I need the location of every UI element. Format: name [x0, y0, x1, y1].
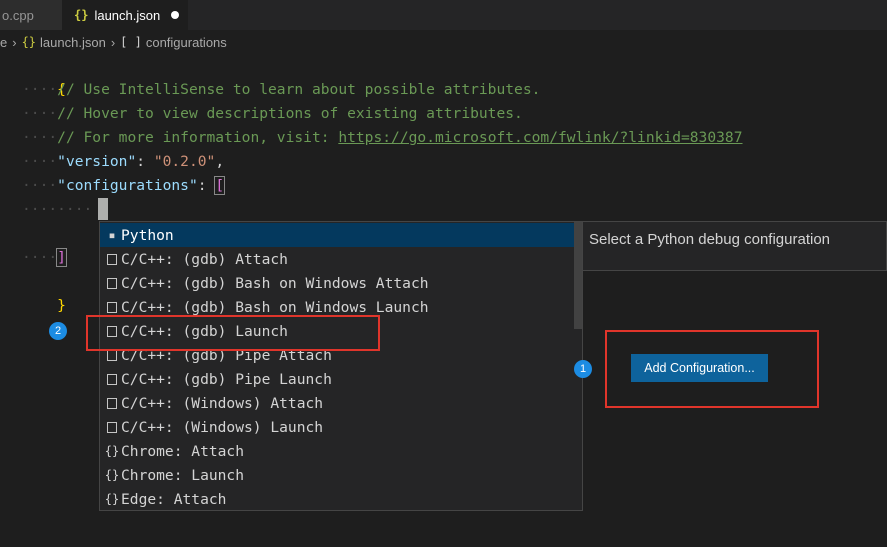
comment-line: // Use IntelliSense to learn about possi… — [57, 81, 541, 98]
tab-label: o.cpp — [2, 7, 34, 23]
box-icon — [103, 397, 121, 409]
suggest-item[interactable]: C/C++: (gdb) Bash on Windows Attach — [100, 271, 574, 295]
code-line-9: } — [22, 270, 66, 314]
tab-bar: o.cpp {} launch.json — [0, 0, 887, 30]
chevron-right-icon: › — [12, 34, 17, 50]
box-icon — [103, 421, 121, 433]
array-icon: [ ] — [120, 35, 142, 49]
open-bracket: [ — [214, 176, 226, 195]
suggest-item[interactable]: {} Chrome: Attach — [100, 439, 574, 463]
box-icon — [103, 253, 121, 265]
comment-line: // For more information, visit: — [57, 129, 339, 146]
comment-line: // Hover to view descriptions of existin… — [57, 105, 523, 122]
suggest-item[interactable]: C/C++: (Windows) Launch — [100, 415, 574, 439]
code-line-7: ········ — [22, 198, 92, 222]
suggest-item[interactable]: {} Edge: Attach — [100, 487, 574, 510]
code-line-5: ····"version": "0.2.0", — [22, 150, 224, 174]
indent-whitespace: ···· — [22, 249, 58, 266]
version-value: "0.2.0" — [153, 153, 216, 170]
indent-whitespace: ···· — [22, 153, 58, 170]
add-configuration-button[interactable]: Add Configuration... — [631, 354, 768, 382]
code-line-6: ····"configurations": [ — [22, 174, 226, 198]
suggest-item-label: C/C++: (gdb) Attach — [121, 250, 288, 268]
suggest-item-label: Chrome: Attach — [121, 442, 245, 460]
suggest-item[interactable]: C/C++: (Windows) Attach — [100, 391, 574, 415]
json-file-icon: {} — [74, 8, 89, 22]
tab-label: launch.json — [94, 7, 161, 23]
suggest-item-label: Chrome: Launch — [121, 466, 245, 484]
suggest-item-label: C/C++: (gdb) Pipe Launch — [121, 370, 332, 388]
braces-icon: {} — [104, 444, 120, 458]
fwlink-url[interactable]: https://go.microsoft.com/fwlink/?linkid=… — [338, 129, 742, 146]
step-badge-2: 2 — [49, 322, 67, 340]
indent-whitespace: ········ — [22, 201, 93, 218]
tab-launch-json[interactable]: {} launch.json — [62, 0, 188, 30]
suggest-item-label: C/C++: (gdb) Bash on Windows Attach — [121, 274, 429, 292]
braces-icon: {} — [104, 468, 120, 482]
close-brace: } — [57, 297, 66, 314]
suggest-item-label: Python — [121, 226, 174, 244]
colon: : — [136, 153, 154, 170]
colon: : — [197, 177, 216, 194]
code-line-2: ····// Use IntelliSense to learn about p… — [22, 78, 540, 102]
suggest-item[interactable]: C/C++: (gdb) Pipe Launch — [100, 367, 574, 391]
json-file-icon: {} — [21, 35, 37, 49]
text-cursor — [98, 198, 108, 220]
indent-whitespace: ···· — [22, 177, 58, 194]
indent-whitespace: ···· — [22, 105, 58, 122]
indent-whitespace: ···· — [22, 129, 58, 146]
suggest-item[interactable]: C/C++: (gdb) Attach — [100, 247, 574, 271]
suggest-item-label: Edge: Attach — [121, 490, 227, 508]
configurations-key: "configurations" — [57, 177, 198, 194]
close-bracket: ] — [56, 248, 67, 267]
breadcrumb-symbol[interactable]: configurations — [146, 35, 227, 50]
comma: , — [215, 153, 225, 170]
breadcrumb-file[interactable]: launch.json — [40, 35, 106, 50]
braces-icon: {} — [104, 492, 120, 506]
suggest-details-text: Select a Python debug configuration — [589, 231, 831, 248]
suggest-item-label: C/C++: (Windows) Attach — [121, 394, 324, 412]
suggest-details-panel: Select a Python debug configuration — [583, 221, 887, 271]
box-icon — [103, 373, 121, 385]
highlight-box-gdb-launch — [86, 315, 380, 351]
unsaved-dot-icon[interactable] — [171, 11, 179, 19]
code-line-3: ····// Hover to view descriptions of exi… — [22, 102, 523, 126]
suggest-item-label: C/C++: (Windows) Launch — [121, 418, 324, 436]
suggest-widget[interactable]: ▪ Python C/C++: (gdb) Attach C/C++: (gdb)… — [99, 221, 583, 511]
suggest-item-label: C/C++: (gdb) Bash on Windows Launch — [121, 298, 429, 316]
chevron-right-icon: › — [110, 34, 116, 50]
code-line-8: ····] — [22, 246, 67, 270]
suggest-item[interactable]: {} Chrome: Launch — [100, 463, 574, 487]
code-line-4: ····// For more information, visit: http… — [22, 126, 743, 150]
code-line-1: { — [22, 54, 66, 98]
box-icon — [103, 277, 121, 289]
suggest-item-python[interactable]: ▪ Python — [100, 223, 574, 247]
version-key: "version" — [57, 153, 137, 170]
breadcrumb: e › {} launch.json › [ ] configurations — [0, 30, 887, 54]
box-icon — [103, 349, 121, 361]
step-badge-1: 1 — [574, 360, 592, 378]
tab-cpp-file[interactable]: o.cpp — [0, 0, 62, 30]
snippet-icon: ▪ — [108, 228, 116, 242]
breadcrumb-root[interactable]: e — [0, 35, 7, 50]
suggest-scrollbar[interactable] — [574, 222, 582, 329]
box-icon — [103, 301, 121, 313]
indent-whitespace: ···· — [22, 81, 58, 98]
